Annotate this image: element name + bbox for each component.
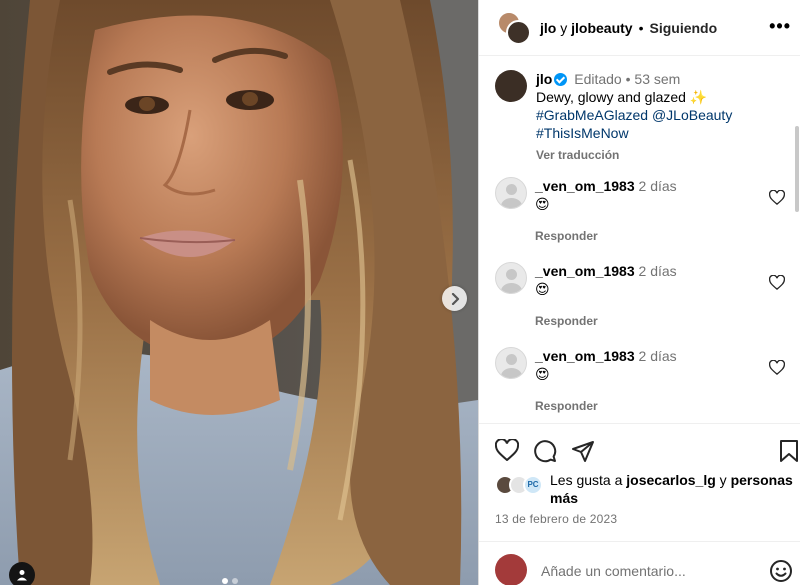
liker-username[interactable]: josecarlos_lg — [626, 472, 716, 488]
hashtag-link[interactable]: #GrabMeAGlazed — [536, 107, 648, 123]
comment-item: _ven_om_1983 2 días 😍 Responder — [495, 347, 785, 415]
post-side-panel: jlo y jlobeauty • Siguiendo ••• jlo Edit… — [478, 0, 800, 585]
author-avatars[interactable] — [497, 10, 531, 45]
bookmark-save-icon[interactable] — [779, 439, 799, 463]
reply-button[interactable]: Responder — [535, 227, 785, 245]
edited-label: Editado — [574, 71, 622, 87]
more-options-icon[interactable]: ••• — [769, 16, 791, 37]
comment-item: _ven_om_1983 2 días 😍 Responder — [495, 262, 785, 330]
selfie-image — [0, 0, 478, 585]
reply-button[interactable]: Responder — [535, 312, 785, 330]
likes-summary[interactable]: PC Les gusta a josecarlos_lg y personas … — [495, 471, 795, 507]
avatar — [506, 19, 531, 45]
caption-username[interactable]: jlo — [536, 71, 552, 87]
carousel-dot — [222, 578, 228, 584]
post-header: jlo y jlobeauty • Siguiendo ••• — [479, 0, 800, 56]
heart-icon[interactable] — [769, 360, 785, 375]
caption-text: Dewy, glowy and glazed ✨ — [536, 89, 708, 105]
emoji-picker-icon[interactable] — [769, 559, 793, 583]
post-dialog: jlo y jlobeauty • Siguiendo ••• jlo Edit… — [0, 0, 800, 585]
comment-text: 😍 — [535, 366, 550, 382]
comment-username[interactable]: _ven_om_1983 — [535, 178, 635, 194]
caption-age[interactable]: 53 sem — [634, 71, 680, 87]
heart-icon[interactable] — [769, 275, 785, 290]
scrollbar[interactable] — [795, 126, 799, 212]
comment-time[interactable]: 2 días — [639, 178, 677, 194]
tagged-users-button[interactable] — [9, 562, 35, 585]
mention-link[interactable]: @JLoBeauty — [652, 107, 732, 123]
avatar[interactable] — [495, 70, 527, 102]
following-button[interactable]: Siguiendo — [650, 20, 718, 36]
carousel-dot — [232, 578, 238, 584]
post-actions: PC Les gusta a josecarlos_lg y personas … — [479, 423, 800, 526]
author-connector: y — [560, 19, 568, 36]
comment-input[interactable]: Añade un comentario... — [541, 563, 686, 579]
likes-prefix: Les gusta a — [550, 472, 623, 488]
comment-bubble-icon[interactable] — [533, 439, 557, 463]
separator-dot: • — [638, 19, 644, 36]
avatar: PC — [523, 475, 543, 495]
avatar[interactable] — [495, 262, 527, 294]
post-authors[interactable]: jlo y jlobeauty — [540, 20, 633, 36]
reply-button[interactable]: Responder — [535, 397, 785, 415]
add-comment-bar: Añade un comentario... — [479, 541, 800, 585]
avatar[interactable] — [495, 177, 527, 209]
carousel-indicator — [222, 578, 238, 584]
comment-username[interactable]: _ven_om_1983 — [535, 348, 635, 364]
avatar[interactable] — [495, 347, 527, 379]
chevron-right-icon — [451, 292, 459, 305]
see-translation-link[interactable]: Ver traducción — [536, 146, 785, 164]
likes-connector: y — [719, 472, 727, 488]
heart-icon[interactable] — [769, 190, 785, 205]
comment-text: 😍 — [535, 196, 550, 212]
comment-username[interactable]: _ven_om_1983 — [535, 263, 635, 279]
verified-icon — [554, 73, 568, 86]
post-date[interactable]: 13 de febrero de 2023 — [495, 512, 617, 526]
comment-time[interactable]: 2 días — [639, 263, 677, 279]
comments-scroll-area[interactable]: jlo Editado • 53 sem Dewy, glowy and gla… — [479, 56, 800, 423]
caption: jlo Editado • 53 sem Dewy, glowy and gla… — [495, 70, 785, 164]
author-name[interactable]: jlo — [540, 20, 556, 36]
avatar — [495, 554, 527, 585]
post-photo[interactable] — [0, 0, 478, 585]
comment-time[interactable]: 2 días — [639, 348, 677, 364]
user-tag-icon — [17, 570, 27, 581]
hashtag-link[interactable]: #ThisIsMeNow — [536, 124, 785, 142]
comment-text: 😍 — [535, 281, 550, 297]
share-send-icon[interactable] — [571, 439, 595, 463]
like-heart-icon[interactable] — [495, 439, 519, 461]
separator-dot: • — [625, 71, 631, 87]
comment-item: _ven_om_1983 2 días 😍 Responder — [495, 177, 785, 245]
liker-avatars: PC — [495, 475, 547, 497]
author-name[interactable]: jlobeauty — [571, 20, 632, 36]
next-photo-button[interactable] — [442, 286, 467, 311]
